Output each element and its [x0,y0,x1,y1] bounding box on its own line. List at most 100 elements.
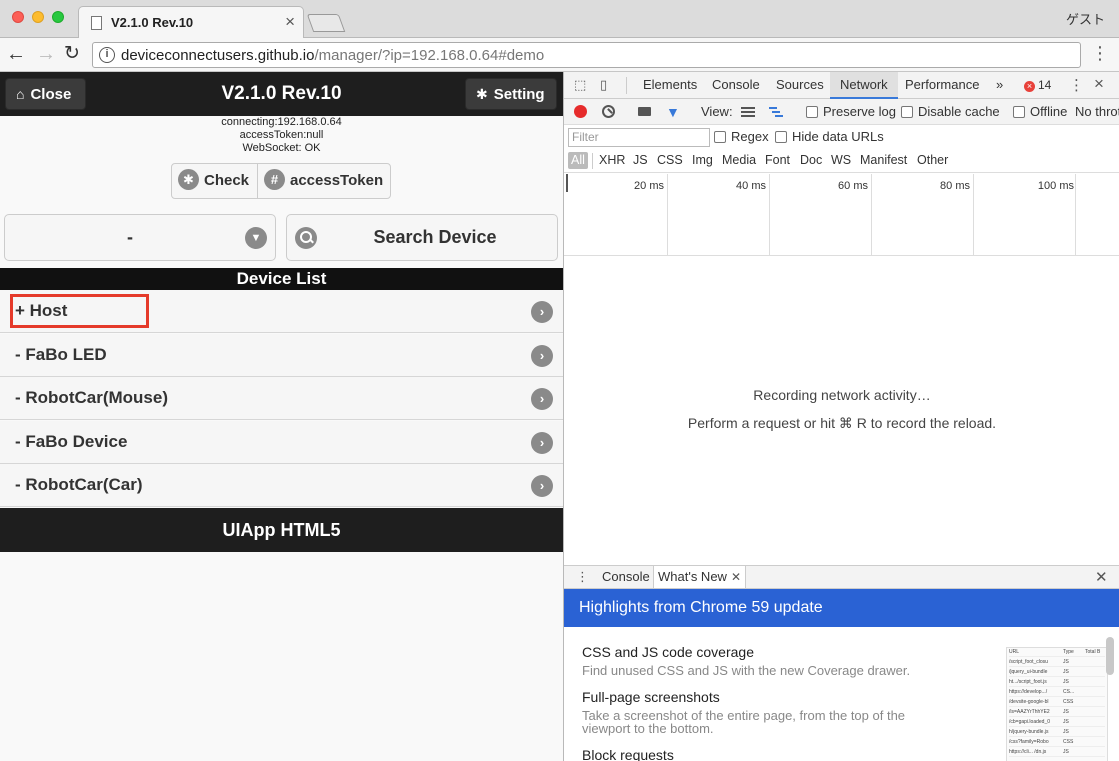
drawer-tab-console[interactable]: Console [598,566,654,588]
gear-icon: ✱ [178,168,199,190]
more-tabs-icon[interactable]: » [986,72,1013,99]
close-icon[interactable]: ✕ [731,570,741,584]
drawer-tabbar: ⋮ Console What's New ✕ ✕ [564,565,1119,589]
tab-sources[interactable]: Sources [766,72,834,99]
page-icon [91,16,102,30]
tab-console[interactable]: Console [702,72,770,99]
tab-close-icon[interactable]: × [285,12,295,32]
forward-icon[interactable]: → [36,42,56,66]
status-connecting: connecting:192.168.0.64 [221,116,342,128]
access-token-button[interactable]: # accessToken [258,164,390,198]
throttle-select[interactable]: No throt [1075,104,1119,119]
thumb-row: /jquery_ui-bundle JS [1009,668,1105,677]
thumb-row: /cb=gapi.loaded_0 JS [1009,718,1105,727]
check-button[interactable]: ✱ Check [172,164,258,198]
type-filter-xhr[interactable]: XHR [596,152,628,169]
status-websocket: WebSocket: OK [242,142,321,154]
thumb-row: /is=AAZYrThhYE2 JS [1009,708,1105,717]
hide-data-urls-checkbox[interactable] [775,131,787,143]
chevron-right-icon: › [531,388,553,410]
device-item-robotcar-mouse[interactable]: - RobotCar(Mouse) › [0,377,563,420]
clear-icon[interactable] [602,105,615,118]
back-icon[interactable]: ← [6,42,26,66]
window-titlebar: V2.1.0 Rev.10 × ゲスト [0,0,1119,38]
inspect-element-icon[interactable]: ⬚ [574,77,590,93]
type-filter-manifest[interactable]: Manifest [857,152,910,169]
type-filter-css[interactable]: CSS [654,152,686,169]
browser-menu-icon[interactable]: ⋮ [1091,44,1109,62]
devtools-close-icon[interactable]: × [1094,74,1110,93]
chevron-right-icon: › [531,345,553,367]
new-tab-button[interactable] [306,14,346,32]
type-filter-media[interactable]: Media [719,152,759,169]
whats-new-content: CSS and JS code coverage Find unused CSS… [564,627,1119,761]
check-token-buttons: ✱ Check # accessToken [171,163,391,199]
search-device-button[interactable]: Search Device [286,214,558,261]
device-item-robotcar-car[interactable]: - RobotCar(Car) › [0,464,563,507]
type-filter-all[interactable]: All [568,152,588,169]
disable-cache-label: Disable cache [918,104,1000,119]
url-text[interactable]: deviceconnectusers.github.io/manager/?ip… [121,47,544,64]
setting-button[interactable]: ✱ Setting [465,78,557,110]
record-icon[interactable] [574,105,587,118]
chevron-right-icon: › [531,432,553,454]
gear-icon: ✱ [476,86,488,102]
recording-message: Recording network activity… [753,387,931,403]
list-view-icon[interactable] [741,107,755,117]
type-filter-js[interactable]: JS [630,152,651,169]
type-filter-ws[interactable]: WS [828,152,854,169]
offline-checkbox[interactable] [1013,106,1025,118]
address-bar[interactable]: i deviceconnectusers.github.io/manager/?… [92,42,1081,68]
timeline-tick-label: 80 ms [940,180,970,192]
error-count-badge[interactable]: × 14 [1024,78,1051,92]
timeline-tick-label: 100 ms [1037,180,1074,192]
browser-toolbar: ← → ↻ i deviceconnectusers.github.io/man… [0,38,1119,72]
chevron-right-icon: › [531,475,553,497]
type-filter-doc[interactable]: Doc [797,152,825,169]
feature-description: Take a screenshot of the entire page, fr… [582,708,906,736]
feature-title: CSS and JS code coverage [582,644,754,660]
drawer-menu-icon[interactable]: ⋮ [576,569,592,585]
scrollbar[interactable] [1106,637,1114,675]
tab-performance[interactable]: Performance [895,72,989,99]
timeline-tick-label: 60 ms [838,180,868,192]
timeline-tick-label: 20 ms [634,180,664,192]
device-item-fabo-device[interactable]: - FaBo Device › [0,421,563,464]
device-select-value: - [127,227,133,247]
type-filter-other[interactable]: Other [914,152,951,169]
type-filter-img[interactable]: Img [689,152,716,169]
regex-label: Regex [731,129,769,144]
timeline-gridline [1075,174,1076,256]
camera-icon[interactable] [638,107,651,116]
tab-title: V2.1.0 Rev.10 [111,15,194,30]
device-toolbar-icon[interactable]: ▯ [600,77,616,93]
regex-checkbox[interactable] [714,131,726,143]
preserve-log-checkbox[interactable] [806,106,818,118]
window-minimize-button[interactable] [32,11,44,23]
info-icon[interactable]: i [99,47,115,63]
grid-icon: # [264,168,285,190]
reload-icon[interactable]: ↻ [64,42,80,66]
devtools-panel: ⬚ ▯ Elements Console Sources Network Per… [563,72,1119,761]
window-maximize-button[interactable] [52,11,64,23]
device-item-label: - FaBo LED [15,345,107,364]
browser-tab[interactable]: V2.1.0 Rev.10 × [78,6,304,38]
drawer-tab-whats-new[interactable]: What's New ✕ [653,566,747,588]
guest-profile-label[interactable]: ゲスト [1066,9,1105,28]
window-close-button[interactable] [12,11,24,23]
devtools-tabbar: ⬚ ▯ Elements Console Sources Network Per… [564,72,1119,99]
devtools-menu-icon[interactable]: ⋮ [1069,76,1085,94]
device-item-fabo-led[interactable]: - FaBo LED › [0,334,563,377]
network-timeline[interactable]: 20 ms 40 ms 60 ms 80 ms 100 ms [564,174,1119,256]
filter-input[interactable]: Filter [568,128,710,147]
drawer-close-icon[interactable]: ✕ [1095,568,1111,586]
disable-cache-checkbox[interactable] [901,106,913,118]
device-select[interactable]: - ▼ [4,214,276,261]
waterfall-view-icon[interactable] [769,107,783,117]
filter-icon[interactable]: ▼ [666,104,680,120]
tab-elements[interactable]: Elements [633,72,707,99]
tab-network[interactable]: Network [830,72,898,99]
timeline-gridline [871,174,872,256]
type-filter-font[interactable]: Font [762,152,793,169]
device-item-label: - FaBo Device [15,432,128,451]
